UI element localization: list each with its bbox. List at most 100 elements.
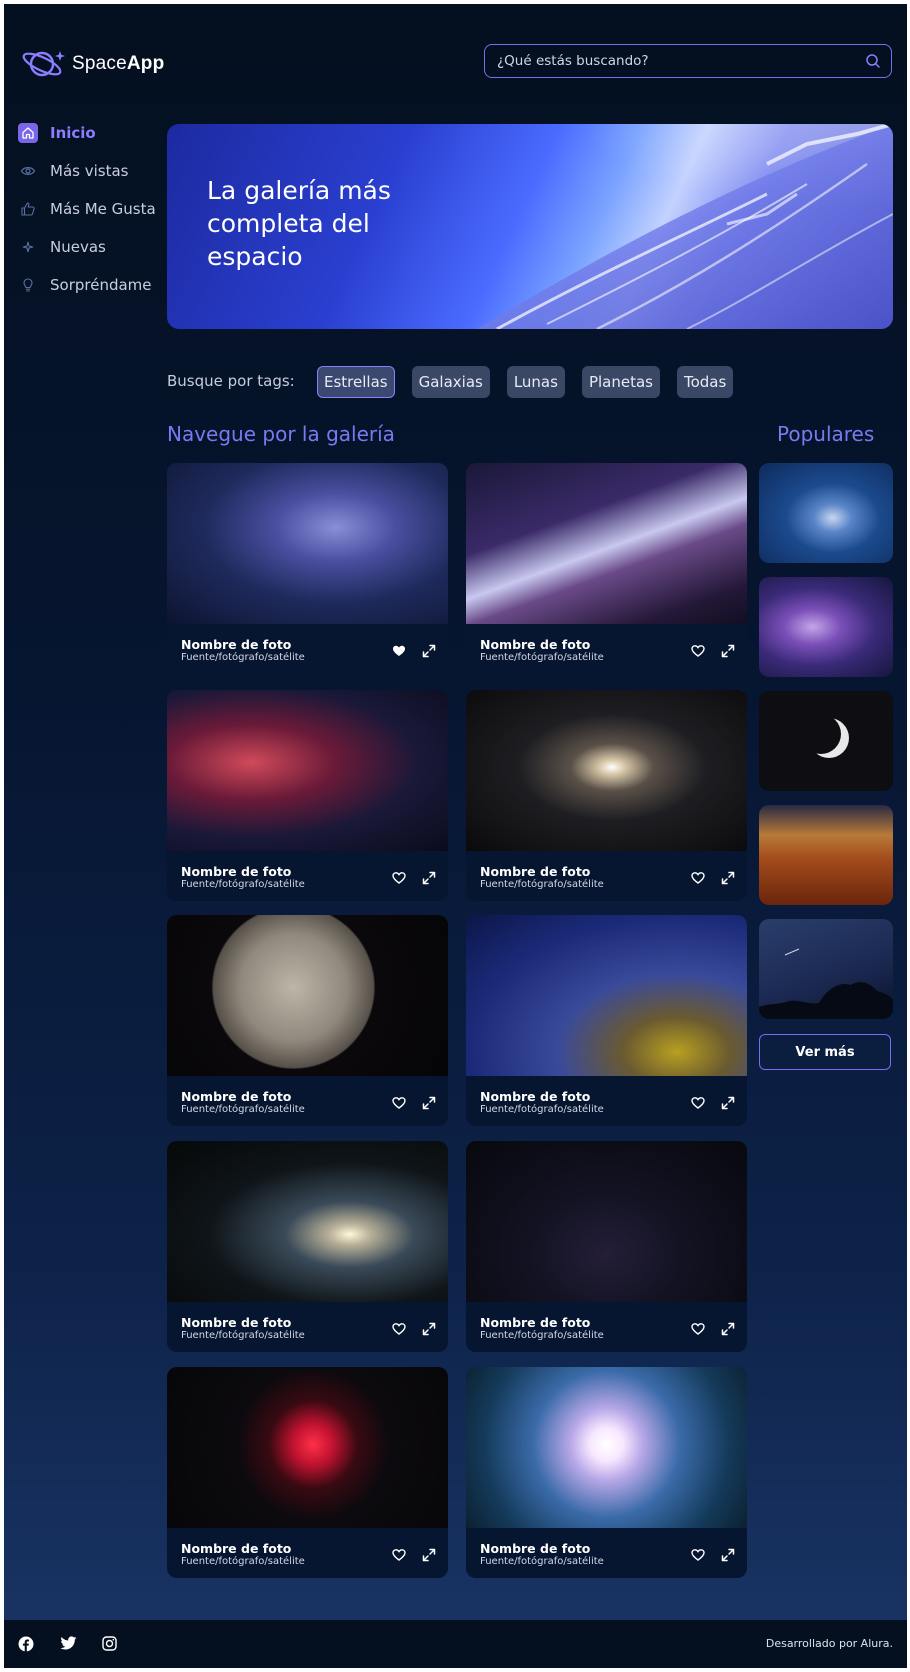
heart-icon[interactable] <box>392 1322 406 1336</box>
photo-source: Fuente/fotógrafo/satélite <box>181 1330 305 1341</box>
popular-image[interactable] <box>759 463 893 563</box>
tag-planetas[interactable]: Planetas <box>581 366 660 398</box>
expand-icon[interactable] <box>721 1548 735 1562</box>
photo-source: Fuente/fotógrafo/satélite <box>480 1104 604 1115</box>
tag-estrellas[interactable]: Estrellas <box>317 366 395 398</box>
photo-name: Nombre de foto <box>480 864 591 879</box>
heart-icon[interactable] <box>392 871 406 885</box>
gallery-photo[interactable] <box>167 463 448 624</box>
gallery-card[interactable]: Nombre de foto Fuente/fotógrafo/satélite <box>466 1141 747 1352</box>
instagram-icon[interactable] <box>102 1636 117 1651</box>
photo-name: Nombre de foto <box>181 1541 292 1556</box>
tag-todas[interactable]: Todas <box>676 366 734 398</box>
sparkle-icon <box>18 237 38 257</box>
photo-source: Fuente/fotógrafo/satélite <box>480 1556 604 1567</box>
expand-icon[interactable] <box>422 644 436 658</box>
twitter-icon[interactable] <box>60 1636 77 1651</box>
gallery-photo[interactable] <box>466 915 747 1076</box>
photo-name: Nombre de foto <box>480 1089 591 1104</box>
expand-icon[interactable] <box>422 1322 436 1336</box>
sidebar-item-label: Más vistas <box>50 162 129 180</box>
expand-icon[interactable] <box>422 1096 436 1110</box>
popular-image[interactable] <box>759 691 893 791</box>
hero-banner: La galería más completa del espacio <box>167 124 893 329</box>
tags-label: Busque por tags: <box>167 372 295 390</box>
expand-icon[interactable] <box>422 1548 436 1562</box>
heart-icon[interactable] <box>691 644 705 658</box>
facebook-icon[interactable] <box>18 1636 34 1652</box>
ver-mas-button[interactable]: Ver más <box>759 1034 891 1070</box>
app-page: SpaceApp Inicio Más vistas Más Me Gusta <box>4 4 907 1668</box>
photo-source: Fuente/fotógrafo/satélite <box>181 1104 305 1115</box>
photo-source: Fuente/fotógrafo/satélite <box>181 1556 305 1567</box>
gallery-photo[interactable] <box>466 690 747 851</box>
logo-text-bold: App <box>126 53 165 74</box>
sidebar: Inicio Más vistas Más Me Gusta Nuevas So… <box>18 114 156 304</box>
sidebar-item-label: Más Me Gusta <box>50 200 156 218</box>
expand-icon[interactable] <box>422 871 436 885</box>
photo-source: Fuente/fotógrafo/satélite <box>480 1330 604 1341</box>
gallery-photo[interactable] <box>167 690 448 851</box>
heart-icon[interactable] <box>691 1096 705 1110</box>
gallery-photo[interactable] <box>466 1367 747 1528</box>
logo[interactable]: SpaceApp <box>20 47 164 81</box>
gallery-photo[interactable] <box>167 1367 448 1528</box>
sidebar-item-label: Sorpréndame <box>50 276 152 294</box>
sidebar-item-mas-me-gusta[interactable]: Más Me Gusta <box>18 190 156 228</box>
logo-text-light: Space <box>72 53 127 74</box>
search-input[interactable] <box>495 52 865 70</box>
gallery-card[interactable]: Nombre de foto Fuente/fotógrafo/satélite <box>466 463 747 674</box>
gallery-card-info: Nombre de foto Fuente/fotógrafo/satélite <box>466 624 747 674</box>
gallery-photo[interactable] <box>466 463 747 624</box>
expand-icon[interactable] <box>721 1096 735 1110</box>
popular-image[interactable] <box>759 805 893 905</box>
gallery-card[interactable]: Nombre de foto Fuente/fotógrafo/satélite <box>466 690 747 901</box>
gallery-card-info: Nombre de foto Fuente/fotógrafo/satélite <box>167 1528 448 1578</box>
gallery-photo[interactable] <box>167 915 448 1076</box>
expand-icon[interactable] <box>721 871 735 885</box>
popular-image[interactable] <box>759 919 893 1019</box>
photo-source: Fuente/fotógrafo/satélite <box>181 879 305 890</box>
gallery-card[interactable]: Nombre de foto Fuente/fotógrafo/satélite <box>167 1367 448 1578</box>
photo-name: Nombre de foto <box>181 1089 292 1104</box>
heart-filled-icon[interactable] <box>392 644 406 658</box>
heart-icon[interactable] <box>691 1548 705 1562</box>
gallery-card[interactable]: Nombre de foto Fuente/fotógrafo/satélite <box>466 915 747 1126</box>
photo-name: Nombre de foto <box>181 864 292 879</box>
gallery-card[interactable]: Nombre de foto Fuente/fotógrafo/satélite <box>167 463 448 674</box>
gallery-card-info: Nombre de foto Fuente/fotógrafo/satélite <box>167 851 448 901</box>
thumbs-up-icon <box>18 199 38 219</box>
heart-icon[interactable] <box>691 871 705 885</box>
eye-icon <box>18 161 38 181</box>
gallery-card[interactable]: Nombre de foto Fuente/fotógrafo/satélite <box>167 915 448 1126</box>
populares-title: Populares <box>777 422 875 446</box>
gallery-card-info: Nombre de foto Fuente/fotógrafo/satélite <box>167 1076 448 1126</box>
gallery-photo[interactable] <box>466 1141 747 1302</box>
gallery-title: Navegue por la galería <box>167 422 395 446</box>
tag-galaxias[interactable]: Galaxias <box>411 366 490 398</box>
gallery-card-info: Nombre de foto Fuente/fotógrafo/satélite <box>167 624 448 674</box>
sidebar-item-inicio[interactable]: Inicio <box>18 114 156 152</box>
gallery-card[interactable]: Nombre de foto Fuente/fotógrafo/satélite <box>167 1141 448 1352</box>
search-box <box>484 44 892 78</box>
gallery-photo[interactable] <box>167 1141 448 1302</box>
photo-name: Nombre de foto <box>480 1315 591 1330</box>
expand-icon[interactable] <box>721 1322 735 1336</box>
sidebar-item-nuevas[interactable]: Nuevas <box>18 228 156 266</box>
popular-image[interactable] <box>759 577 893 677</box>
gallery-card[interactable]: Nombre de foto Fuente/fotógrafo/satélite <box>167 690 448 901</box>
sidebar-item-mas-vistas[interactable]: Más vistas <box>18 152 156 190</box>
search-icon[interactable] <box>865 53 881 69</box>
trees-silhouette-image <box>759 948 893 1019</box>
gallery-card[interactable]: Nombre de foto Fuente/fotógrafo/satélite <box>466 1367 747 1578</box>
gallery-card-info: Nombre de foto Fuente/fotógrafo/satélite <box>167 1302 448 1352</box>
heart-icon[interactable] <box>392 1096 406 1110</box>
sidebar-item-sorprendame[interactable]: Sorpréndame <box>18 266 156 304</box>
footer-credit: Desarrollado por Alura. <box>765 1637 893 1650</box>
expand-icon[interactable] <box>721 644 735 658</box>
heart-icon[interactable] <box>691 1322 705 1336</box>
heart-icon[interactable] <box>392 1548 406 1562</box>
tag-lunas[interactable]: Lunas <box>506 366 565 398</box>
gallery-card-info: Nombre de foto Fuente/fotógrafo/satélite <box>466 1528 747 1578</box>
home-icon <box>18 123 38 143</box>
